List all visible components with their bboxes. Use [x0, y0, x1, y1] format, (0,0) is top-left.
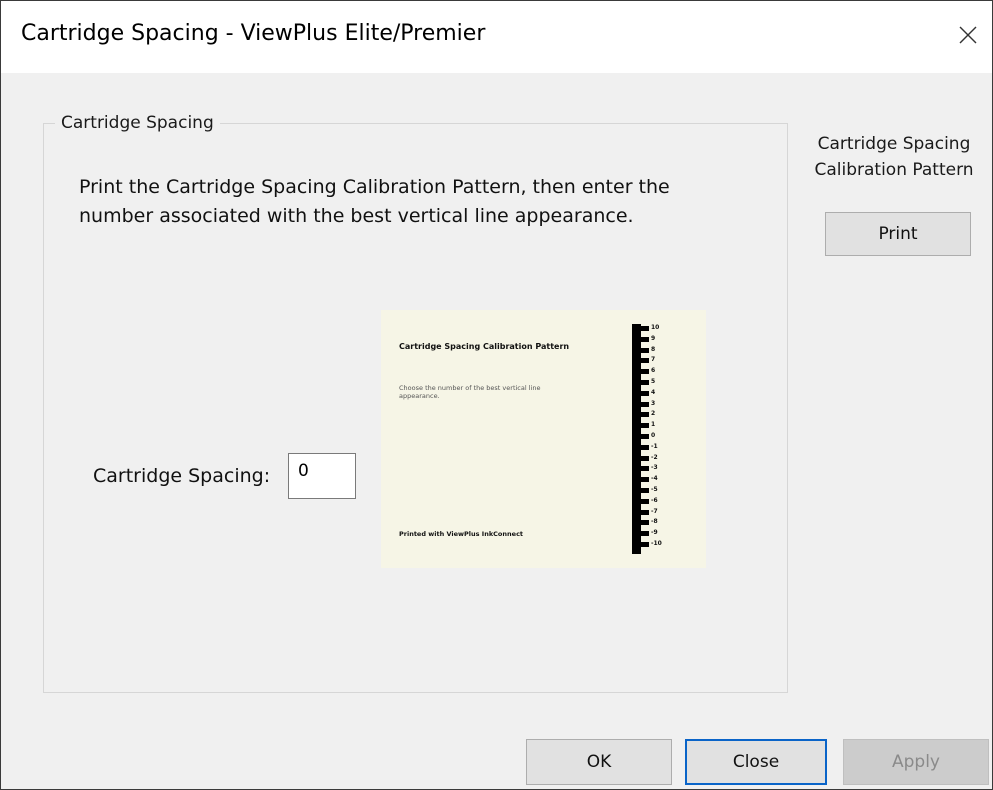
scale-tick — [639, 455, 649, 461]
instructions-text: Print the Cartridge Spacing Calibration … — [79, 176, 670, 227]
title-bar: Cartridge Spacing - ViewPlus Elite/Premi… — [1, 1, 992, 73]
ok-button[interactable]: OK — [526, 739, 672, 785]
scale-tick — [639, 434, 649, 439]
scale-number: -2 — [651, 453, 658, 461]
scale-number: 6 — [651, 367, 656, 375]
close-icon[interactable] — [948, 15, 988, 55]
scale-tick — [639, 444, 649, 450]
scale-number: -9 — [651, 529, 658, 537]
scale-tick — [639, 498, 649, 504]
preview-title: Cartridge Spacing Calibration Pattern — [399, 342, 570, 351]
calibration-pattern-preview: Cartridge Spacing Calibration Pattern Ch… — [381, 310, 706, 568]
scale-number: 0 — [651, 432, 656, 439]
scale-tick — [639, 509, 649, 515]
scale-tick — [639, 412, 649, 418]
scale-number: -1 — [651, 442, 658, 450]
scale-number: -5 — [651, 486, 658, 493]
dialog-window: Cartridge Spacing - ViewPlus Elite/Premi… — [0, 0, 993, 790]
scale-tick — [639, 520, 649, 526]
scale-tick — [639, 488, 649, 493]
print-button[interactable]: Print — [825, 212, 971, 256]
cartridge-spacing-input[interactable] — [288, 453, 356, 499]
scale-tick — [639, 477, 649, 483]
scale-number: -8 — [651, 518, 658, 526]
scale-number: -4 — [651, 475, 658, 483]
preview-footer: Printed with ViewPlus InkConnect — [399, 530, 524, 538]
scale-number: 10 — [651, 324, 660, 331]
close-button[interactable]: Close — [685, 739, 827, 785]
scale-number: -3 — [651, 464, 658, 472]
scale-number: 8 — [651, 345, 656, 353]
scale-tick — [639, 466, 649, 472]
scale-number: -6 — [651, 496, 658, 504]
scale-number: 1 — [651, 421, 656, 429]
scale-tick — [639, 542, 649, 547]
scale-tick — [639, 326, 649, 331]
scale-tick — [639, 531, 649, 537]
scale-number: 2 — [651, 410, 656, 418]
scale-number: 3 — [651, 399, 656, 407]
scale-number: 9 — [651, 334, 656, 342]
scale-number: 4 — [651, 388, 656, 396]
preview-subtitle: Choose the number of the best vertical l… — [399, 384, 541, 400]
scale-tick — [639, 358, 649, 364]
scale-tick — [639, 423, 649, 429]
calibration-pattern-label: Cartridge Spacing Calibration Pattern — [814, 134, 974, 180]
scale-number: 7 — [651, 356, 656, 364]
scale-tick — [639, 380, 649, 385]
scale-tick — [639, 401, 649, 407]
scale-tick — [639, 390, 649, 396]
scale-tick — [639, 347, 649, 353]
scale-number: -7 — [651, 507, 658, 515]
groupbox-label: Cartridge Spacing — [55, 113, 220, 133]
apply-button[interactable]: Apply — [843, 739, 989, 785]
window-title: Cartridge Spacing - ViewPlus Elite/Premi… — [21, 21, 486, 46]
scale-number: 5 — [651, 378, 656, 385]
cartridge-spacing-label: Cartridge Spacing: — [93, 465, 271, 487]
scale-tick — [639, 369, 649, 375]
scale-number: -10 — [651, 540, 662, 547]
scale-tick — [639, 336, 649, 342]
